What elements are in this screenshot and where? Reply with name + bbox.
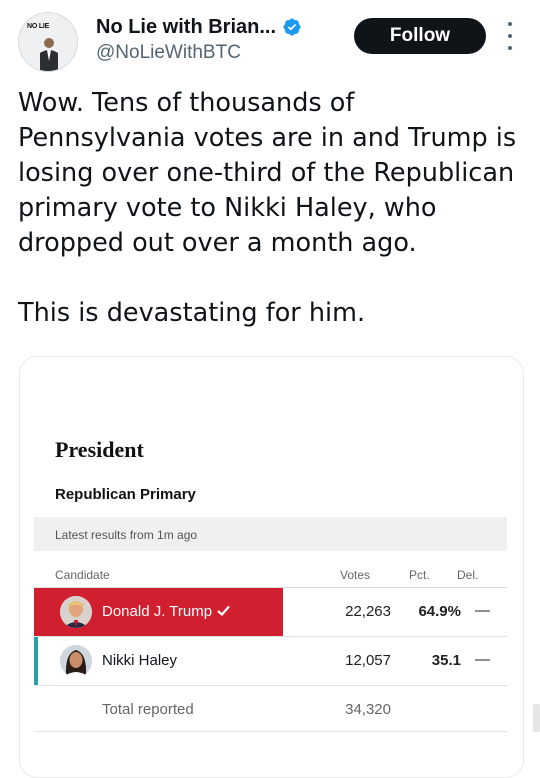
author-name-row: No Lie with Brian... <box>96 14 302 40</box>
race-title: President <box>55 437 144 462</box>
author-name[interactable]: No Lie with Brian... <box>96 16 276 39</box>
candidate-pct-trump: 64.9% <box>418 603 461 620</box>
column-header-pct: Pct. <box>409 568 430 582</box>
candidate-portrait-icon <box>60 645 92 677</box>
column-header-candidate: Candidate <box>55 568 110 582</box>
candidate-votes-trump: 22,263 <box>345 603 391 620</box>
tweet-header: NO LIE No Lie with Brian... @NoLieWithBT… <box>0 0 540 80</box>
column-header-votes: Votes <box>340 568 371 582</box>
total-reported-label: Total reported <box>102 701 194 718</box>
tweet-paragraph: This is devastating for him. <box>18 298 366 328</box>
race-subtitle: Republican Primary <box>55 486 196 503</box>
candidate-photo-haley <box>60 645 92 677</box>
candidate-pct-haley: 35.1 <box>431 652 461 669</box>
total-row: Total reported 34,320 <box>34 685 507 732</box>
candidate-row-trump: Donald J. Trump 22,263 64.9% — <box>34 588 507 636</box>
candidate-row-haley: Nikki Haley 12,057 35.1 — <box>34 636 507 685</box>
scrollbar-thumb[interactable] <box>533 704 540 732</box>
tweet-paragraph: Wow. Tens of thousands of Pennsylvania v… <box>18 88 517 258</box>
avatar-person-icon <box>40 38 58 71</box>
table-bottom-divider <box>34 731 507 732</box>
author-avatar[interactable]: NO LIE <box>18 12 78 72</box>
tweet-text: Wow. Tens of thousands of Pennsylvania v… <box>18 86 523 331</box>
candidate-portrait-icon <box>60 596 92 628</box>
column-header-del: Del. <box>457 568 479 582</box>
total-reported-votes: 34,320 <box>345 701 391 718</box>
follow-button[interactable]: Follow <box>354 18 486 54</box>
latest-results-bar: Latest results from 1m ago <box>34 517 507 551</box>
candidate-photo-trump <box>60 596 92 628</box>
candidate-votes-haley: 12,057 <box>345 652 391 669</box>
candidate-color-marker <box>34 637 38 685</box>
candidate-del-haley: — <box>475 651 490 668</box>
candidate-name-text: Donald J. Trump <box>102 603 213 620</box>
latest-results-text: Latest results from 1m ago <box>55 528 198 542</box>
candidate-del-trump: — <box>475 602 490 619</box>
checkmark-icon <box>217 605 230 616</box>
candidate-name-trump: Donald J. Trump <box>102 603 230 620</box>
avatar-logo: NO LIE <box>27 23 50 30</box>
author-handle[interactable]: @NoLieWithBTC <box>96 42 241 64</box>
more-options-icon[interactable] <box>505 22 515 50</box>
verified-badge-icon <box>283 18 301 36</box>
candidate-name-haley: Nikki Haley <box>102 652 178 669</box>
results-card-image[interactable]: President Republican Primary Latest resu… <box>19 356 524 778</box>
